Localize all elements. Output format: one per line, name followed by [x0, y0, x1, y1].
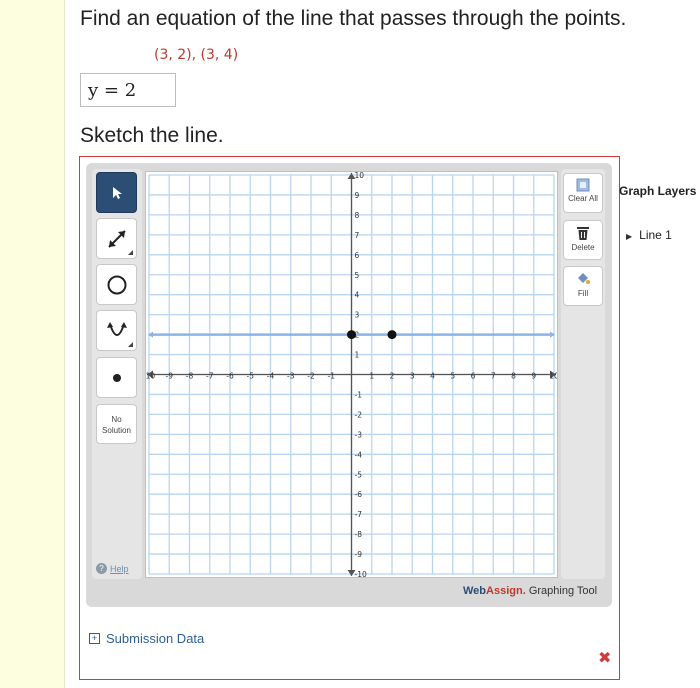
sketch-label: Sketch the line. [80, 124, 224, 147]
brand-assign: Assign. [486, 585, 526, 597]
x-tick-label: 10 [549, 372, 557, 381]
x-tick-label: 5 [450, 372, 455, 381]
y-tick-label: -1 [355, 390, 363, 399]
delete-button[interactable]: Delete [563, 220, 603, 260]
submission-label: Submission Data [106, 631, 205, 646]
x-tick-label: 1 [369, 372, 374, 381]
clear-all-label: Clear All [568, 194, 598, 203]
y-tick-label: 8 [355, 211, 360, 220]
no-solution-button[interactable]: No Solution [96, 404, 137, 444]
left-margin-stripe [0, 0, 65, 688]
point-tool-button[interactable] [96, 357, 137, 398]
x-tick-label: -7 [206, 372, 214, 381]
pointer-icon [112, 186, 122, 199]
x-tick-label: 3 [410, 372, 415, 381]
parabola-tool-button[interactable] [96, 310, 137, 351]
pointer-tool-button[interactable] [96, 172, 137, 213]
y-tick-label: -9 [355, 550, 363, 559]
x-tick-label: -1 [328, 372, 336, 381]
y-tick-label: 7 [355, 231, 360, 240]
y-tick-label: 3 [355, 311, 360, 320]
coordinate-grid[interactable]: -10 -9 -8 -7 -6 -5 -4 -3 -2 -1 1 2 3 4 5 6 7 8 9 10 10 9 8 7 6 5 4… [143, 171, 559, 579]
y-tick-label: 1 [355, 351, 360, 360]
parabola-icon [106, 321, 127, 336]
brand-web: Web [463, 585, 487, 597]
circle-icon [107, 275, 126, 294]
no-solution-label-2: Solution [102, 426, 131, 435]
help-icon: ? [96, 563, 107, 574]
y-tick-label: -7 [355, 510, 363, 519]
help-link[interactable]: ? Help [96, 563, 129, 574]
help-label: Help [110, 563, 129, 574]
fill-button[interactable]: Fill [563, 266, 603, 306]
x-tick-label: 8 [511, 372, 516, 381]
graph-canvas[interactable]: -10 -9 -8 -7 -6 -5 -4 -3 -2 -1 1 2 3 4 5 6 7 8 9 10 10 9 8 7 6 5 4… [143, 171, 559, 579]
plus-box-icon: + [89, 633, 100, 644]
question-prompt: Find an equation of the line that passes… [80, 7, 627, 30]
x-tick-label: 2 [390, 372, 395, 381]
y-tick-label: -5 [355, 470, 363, 479]
delete-label: Delete [571, 243, 595, 252]
y-tick-label: -2 [355, 410, 363, 419]
y-tick-label: 10 [355, 172, 365, 180]
y-tick-label: -3 [355, 430, 363, 439]
x-tick-label: 4 [430, 372, 435, 381]
given-points: (3, 2), (3, 4) [154, 47, 239, 63]
incorrect-x-icon: ✖ [598, 650, 612, 667]
fill-label: Fill [577, 289, 589, 298]
line-tool-button[interactable] [96, 218, 137, 259]
y-tick-label: 4 [355, 291, 360, 300]
line-arrow-icon [107, 229, 126, 248]
graph-layers-title: Graph Layers [619, 184, 697, 198]
y-tick-label: -10 [355, 570, 367, 577]
y-tick-label: 5 [355, 271, 360, 280]
answer-field[interactable]: y = 2 [80, 73, 176, 107]
no-solution-label-1: No [111, 415, 122, 424]
x-tick-label: 6 [471, 372, 476, 381]
layer-item-label: Line 1 [639, 228, 672, 242]
layer-item-line-1[interactable]: ▶ Line 1 [626, 228, 672, 242]
x-tick-label: -2 [307, 372, 315, 381]
x-tick-label: -10 [146, 372, 155, 381]
x-tick-label: -4 [267, 372, 275, 381]
trash-icon [577, 227, 589, 240]
y-tick-label: -6 [355, 490, 363, 499]
point-icon [112, 373, 121, 382]
x-tick-label: -9 [166, 372, 174, 381]
x-tick-label: -8 [186, 372, 194, 381]
x-tick-label: 9 [531, 372, 536, 381]
fill-bucket-icon [578, 273, 590, 284]
y-tick-label: -8 [355, 530, 363, 539]
expand-arrow-icon: ▶ [626, 232, 633, 241]
brand-rest: Graphing Tool [525, 585, 598, 597]
webassign-branding: WebAssign. Graphing Tool [463, 585, 597, 597]
x-tick-label: -5 [247, 372, 255, 381]
circle-tool-button[interactable] [96, 264, 137, 305]
x-tick-label: 7 [491, 372, 496, 381]
y-tick-label: 6 [355, 251, 360, 260]
submission-data-toggle[interactable]: + Submission Data [89, 631, 204, 646]
clear-all-button[interactable]: Clear All [563, 173, 603, 213]
answer-value: y = 2 [88, 80, 137, 101]
x-tick-label: -3 [287, 372, 295, 381]
clear-all-icon [576, 178, 590, 192]
plotted-point [387, 330, 397, 340]
plotted-point [347, 330, 356, 340]
x-tick-label: -6 [226, 372, 234, 381]
y-tick-label: 9 [355, 191, 360, 200]
y-tick-label: -4 [355, 450, 363, 459]
